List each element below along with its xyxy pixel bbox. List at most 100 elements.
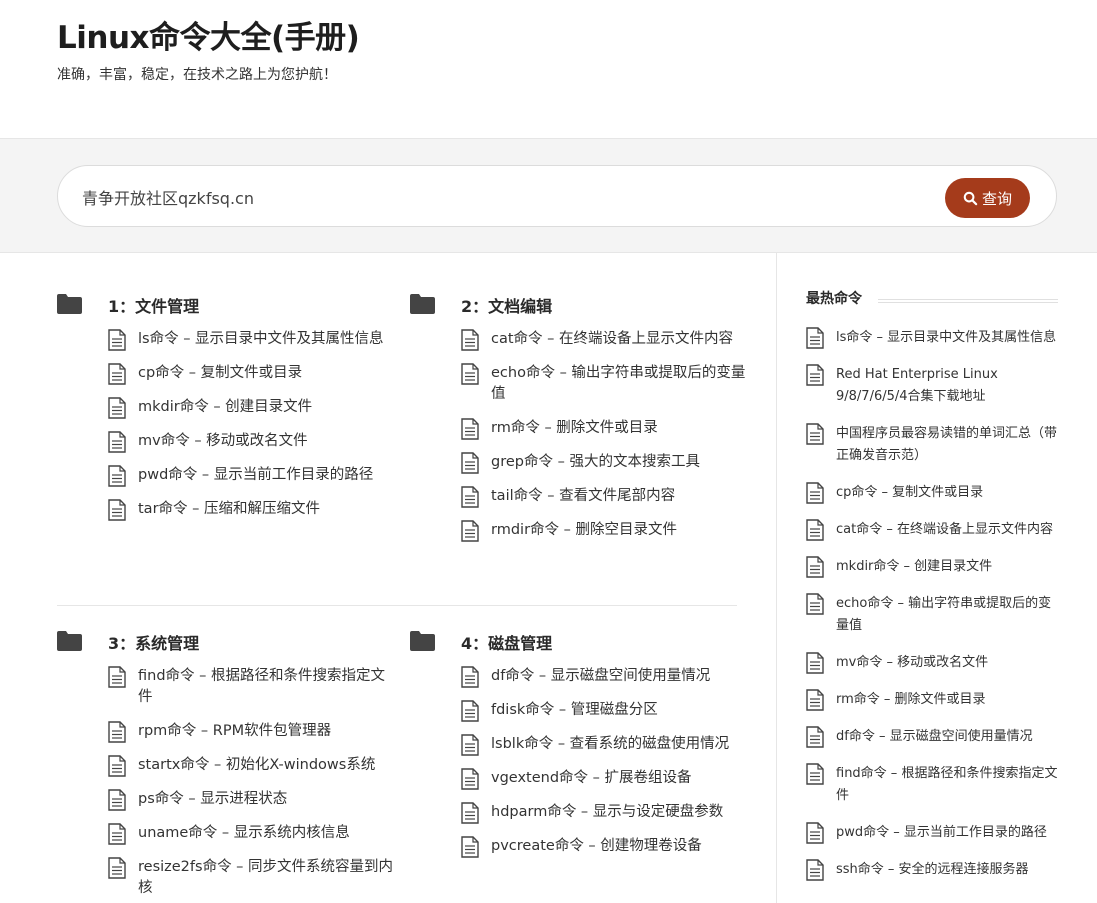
document-icon xyxy=(806,519,824,541)
list-item[interactable]: pvcreate命令 – 创建物理卷设备 xyxy=(410,836,750,858)
document-icon xyxy=(108,329,126,351)
folder-icon xyxy=(57,631,82,651)
search-box: 查询 xyxy=(57,165,1057,227)
list-item[interactable]: rm命令 – 删除文件或目录 xyxy=(806,689,1058,711)
list-item[interactable]: rmdir命令 – 删除空目录文件 xyxy=(410,520,750,542)
folder-icon xyxy=(410,631,435,651)
document-icon xyxy=(461,329,479,351)
category-title[interactable]: 2：文档编辑 xyxy=(461,293,552,317)
folder-icon xyxy=(57,294,82,314)
category-header: 2：文档编辑 xyxy=(410,293,750,319)
list-item[interactable]: cp命令 – 复制文件或目录 xyxy=(806,482,1058,504)
folder-icon xyxy=(410,294,435,314)
list-item[interactable]: grep命令 – 强大的文本搜索工具 xyxy=(410,452,750,474)
list-item[interactable]: ssh命令 – 安全的远程连接服务器 xyxy=(806,859,1058,881)
list-item[interactable]: fdisk命令 – 管理磁盘分区 xyxy=(410,700,750,722)
category-list: cat命令 – 在终端设备上显示文件内容 echo命令 – 输出字符串或提取后的… xyxy=(410,329,750,542)
list-item[interactable]: mv命令 – 移动或改名文件 xyxy=(57,431,397,453)
category-title[interactable]: 1：文件管理 xyxy=(108,293,199,317)
list-item[interactable]: pwd命令 – 显示当前工作目录的路径 xyxy=(57,465,397,487)
list-item[interactable]: 中国程序员最容易读错的单词汇总（带正确发音示范） xyxy=(806,423,1058,467)
document-icon xyxy=(461,836,479,858)
list-item[interactable]: find命令 – 根据路径和条件搜索指定文件 xyxy=(57,666,397,708)
document-icon xyxy=(461,734,479,756)
category-header: 1：文件管理 xyxy=(57,293,397,319)
list-item[interactable]: cp命令 – 复制文件或目录 xyxy=(57,363,397,385)
search-input[interactable] xyxy=(82,184,902,210)
list-item[interactable]: startx命令 – 初始化X-windows系统 xyxy=(57,755,397,777)
search-icon xyxy=(963,191,978,205)
sidebar-header: 最热命令 xyxy=(806,283,1058,313)
category-title[interactable]: 4：磁盘管理 xyxy=(461,630,552,654)
document-icon xyxy=(461,802,479,824)
document-icon xyxy=(108,721,126,743)
search-button[interactable]: 查询 xyxy=(945,178,1030,218)
list-item[interactable]: ls命令 – 显示目录中文件及其属性信息 xyxy=(806,327,1058,349)
document-icon xyxy=(806,364,824,386)
category-title[interactable]: 3：系统管理 xyxy=(108,630,199,654)
list-item[interactable]: echo命令 – 输出字符串或提取后的变量值 xyxy=(806,593,1058,637)
document-icon xyxy=(461,363,479,385)
site-tagline: 准确，丰富，稳定，在技术之路上为您护航！ xyxy=(57,67,337,83)
document-icon xyxy=(108,363,126,385)
category-list: find命令 – 根据路径和条件搜索指定文件 rpm命令 – RPM软件包管理器… xyxy=(57,666,397,899)
document-icon xyxy=(108,431,126,453)
document-icon xyxy=(806,482,824,504)
search-button-label: 查询 xyxy=(981,189,1012,208)
category-header: 4：磁盘管理 xyxy=(410,630,750,656)
document-icon xyxy=(461,418,479,440)
list-item[interactable]: df命令 – 显示磁盘空间使用量情况 xyxy=(806,726,1058,748)
document-icon xyxy=(806,593,824,615)
document-icon xyxy=(108,789,126,811)
site-header: Linux命令大全(手册) 准确，丰富，稳定，在技术之路上为您护航！ xyxy=(0,0,1097,138)
list-item[interactable]: vgextend命令 – 扩展卷组设备 xyxy=(410,768,750,790)
category-disk-management: 4：磁盘管理 df命令 – 显示磁盘空间使用量情况 fdisk命令 – 管理磁盘… xyxy=(410,630,750,870)
main-content: 1：文件管理 ls命令 – 显示目录中文件及其属性信息 cp命令 – 复制文件或… xyxy=(0,253,776,903)
category-list: ls命令 – 显示目录中文件及其属性信息 cp命令 – 复制文件或目录 mkdi… xyxy=(57,329,397,521)
sidebar-title: 最热命令 xyxy=(806,288,874,308)
document-icon xyxy=(108,823,126,845)
sidebar-list: ls命令 – 显示目录中文件及其属性信息 Red Hat Enterprise … xyxy=(806,327,1058,881)
document-icon xyxy=(806,556,824,578)
list-item[interactable]: Red Hat Enterprise Linux 9/8/7/6/5/4合集下载… xyxy=(806,364,1058,408)
list-item[interactable]: ls命令 – 显示目录中文件及其属性信息 xyxy=(57,329,397,351)
site-title[interactable]: Linux命令大全(手册) xyxy=(57,12,360,57)
document-icon xyxy=(806,859,824,881)
document-icon xyxy=(108,857,126,879)
list-item[interactable]: uname命令 – 显示系统内核信息 xyxy=(57,823,397,845)
list-item[interactable]: df命令 – 显示磁盘空间使用量情况 xyxy=(410,666,750,688)
list-item[interactable]: mkdir命令 – 创建目录文件 xyxy=(806,556,1058,578)
list-item[interactable]: pwd命令 – 显示当前工作目录的路径 xyxy=(806,822,1058,844)
document-icon xyxy=(806,763,824,785)
document-icon xyxy=(806,652,824,674)
document-icon xyxy=(461,520,479,542)
list-item[interactable]: ps命令 – 显示进程状态 xyxy=(57,789,397,811)
document-icon xyxy=(806,423,824,445)
list-item[interactable]: cat命令 – 在终端设备上显示文件内容 xyxy=(410,329,750,351)
list-item[interactable]: rm命令 – 删除文件或目录 xyxy=(410,418,750,440)
list-item[interactable]: mv命令 – 移动或改名文件 xyxy=(806,652,1058,674)
list-item[interactable]: resize2fs命令 – 同步文件系统容量到内核 xyxy=(57,857,397,899)
list-item[interactable]: echo命令 – 输出字符串或提取后的变量值 xyxy=(410,363,750,405)
category-header: 3：系统管理 xyxy=(57,630,397,656)
sidebar-divider xyxy=(776,253,777,903)
document-icon xyxy=(108,666,126,688)
sidebar-hot-commands: 最热命令 ls命令 – 显示目录中文件及其属性信息 Red Hat Enterp… xyxy=(806,283,1058,896)
document-icon xyxy=(108,465,126,487)
category-list: df命令 – 显示磁盘空间使用量情况 fdisk命令 – 管理磁盘分区 lsbl… xyxy=(410,666,750,858)
document-icon xyxy=(108,755,126,777)
list-item[interactable]: cat命令 – 在终端设备上显示文件内容 xyxy=(806,519,1058,541)
list-item[interactable]: lsblk命令 – 查看系统的磁盘使用情况 xyxy=(410,734,750,756)
list-item[interactable]: tar命令 – 压缩和解压缩文件 xyxy=(57,499,397,521)
category-file-management: 1：文件管理 ls命令 – 显示目录中文件及其属性信息 cp命令 – 复制文件或… xyxy=(57,293,397,533)
document-icon xyxy=(108,499,126,521)
list-item[interactable]: hdparm命令 – 显示与设定硬盘参数 xyxy=(410,802,750,824)
list-item[interactable]: tail命令 – 查看文件尾部内容 xyxy=(410,486,750,508)
document-icon xyxy=(108,397,126,419)
document-icon xyxy=(461,768,479,790)
category-document-editing: 2：文档编辑 cat命令 – 在终端设备上显示文件内容 echo命令 – 输出字… xyxy=(410,293,750,554)
list-item[interactable]: find命令 – 根据路径和条件搜索指定文件 xyxy=(806,763,1058,807)
list-item[interactable]: rpm命令 – RPM软件包管理器 xyxy=(57,721,397,743)
list-item[interactable]: mkdir命令 – 创建目录文件 xyxy=(57,397,397,419)
document-icon xyxy=(806,327,824,349)
